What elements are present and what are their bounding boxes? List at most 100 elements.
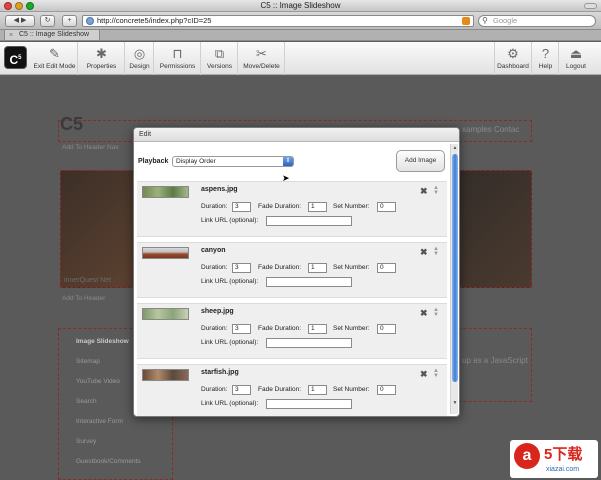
properties-button[interactable]: ✱ Properties [79,42,125,75]
tab-image-slideshow[interactable]: × C5 :: Image Slideshow [4,30,100,41]
versions-button[interactable]: ⧉ Versions [202,42,238,75]
playback-select[interactable]: Display Order ⇕ [172,156,294,167]
watermark-badge: a [514,443,540,469]
help-button[interactable]: ? Help [533,42,559,75]
image-thumbnail [142,186,189,198]
add-to-header[interactable]: Add To Header [62,295,105,302]
link-url-input[interactable] [266,277,352,287]
set-number-input[interactable]: 0 [377,324,396,334]
logout-button[interactable]: ⏏ Logout [560,42,592,75]
help-label: Help [538,63,553,70]
add-to-header-nav[interactable]: Add To Header Nav [62,144,119,151]
versions-icon: ⧉ [214,46,225,61]
lock-icon: ⊓ [172,46,183,61]
exit-edit-icon: ✎ [49,46,60,61]
permissions-label: Permissions [159,63,196,70]
reorder-arrows-icon[interactable]: ▲ ▼ [433,307,439,318]
search-icon: ⚲ [482,16,488,25]
delete-image-icon[interactable]: ✖ [420,247,428,258]
sidebar-item[interactable]: Survey [76,438,96,445]
sidebar-item[interactable]: Search [76,398,97,405]
image-thumbnail [142,247,189,259]
site-nav-links: xamples Contac [462,125,520,134]
scrollbar-thumb[interactable] [452,154,458,382]
design-button[interactable]: ◎ Design [126,42,154,75]
set-number-label: Set Number: [333,325,370,332]
image-row: sheep.jpg Duration: 3 Fade Duration: 1 S… [137,303,447,359]
fade-duration-input[interactable]: 1 [308,202,327,212]
set-number-input[interactable]: 0 [377,385,396,395]
set-number-input[interactable]: 0 [377,263,396,273]
sidebar-item[interactable]: Guestbook/Comments [76,458,141,465]
link-url-input[interactable] [266,399,352,409]
watermark-logo: a 5下载 xiazai.com [510,440,598,478]
logout-icon: ⏏ [569,46,583,61]
set-number-label: Set Number: [333,264,370,271]
edit-slideshow-dialog: Edit Playback Display Order ⇕ Add Image … [133,127,460,417]
reorder-arrows-icon[interactable]: ▲ ▼ [433,368,439,379]
set-number-label: Set Number: [333,386,370,393]
duration-input[interactable]: 3 [232,324,251,334]
playback-value: Display Order [176,158,216,165]
fade-duration-input[interactable]: 1 [308,263,327,273]
logout-label: Logout [566,63,586,70]
back-forward-buttons[interactable]: ◀ ▶ [5,15,35,27]
image-row: aspens.jpg Duration: 3 Fade Duration: 1 … [137,181,447,237]
versions-label: Versions [207,63,232,70]
main-area-text: up as a JavaScript [462,356,528,365]
link-url-label: Link URL (optional): [201,217,259,224]
duration-input[interactable]: 3 [232,263,251,273]
delete-image-icon[interactable]: ✖ [420,308,428,319]
delete-image-icon[interactable]: ✖ [420,369,428,380]
back-arrow-icon[interactable]: ◀ [14,17,19,24]
toolbar-toggle-button[interactable] [584,3,597,9]
set-number-input[interactable]: 0 [377,202,396,212]
reload-button[interactable]: ↻ [40,15,55,27]
image-filename: starfish.jpg [201,369,239,376]
close-tab-icon[interactable]: × [9,31,13,40]
permissions-button[interactable]: ⊓ Permissions [155,42,201,75]
search-placeholder: Google [493,16,518,25]
browser-toolbar: ◀ ▶ ↻ + http://concrete5/index.php?cID=2… [0,12,601,30]
fade-duration-label: Fade Duration: [258,386,301,393]
c5-edit-toolbar: C5 ✎ Exit Edit Mode ✱ Properties ◎ Desig… [0,42,601,75]
select-arrows-icon: ⇕ [283,157,293,166]
sidebar-item[interactable]: Image Slideshow [76,338,129,345]
site-brand: C5 [60,114,84,134]
rss-icon[interactable] [462,17,470,25]
link-url-input[interactable] [266,216,352,226]
fade-duration-label: Fade Duration: [258,264,301,271]
link-url-input[interactable] [266,338,352,348]
image-filename: aspens.jpg [201,186,238,193]
duration-input[interactable]: 3 [232,202,251,212]
dashboard-button[interactable]: ⚙ Dashboard [494,42,532,75]
fade-duration-input[interactable]: 1 [308,324,327,334]
search-field[interactable]: ⚲ Google [478,15,596,27]
reorder-arrows-icon[interactable]: ▲ ▼ [433,185,439,196]
delete-image-icon[interactable]: ✖ [420,186,428,197]
add-bookmark-button[interactable]: + [62,15,77,27]
exit-edit-mode-button[interactable]: ✎ Exit Edit Mode [32,42,78,75]
reorder-arrows-icon[interactable]: ▲ ▼ [433,246,439,257]
address-bar[interactable]: http://concrete5/index.php?cID=25 [82,15,474,27]
fade-duration-label: Fade Duration: [258,325,301,332]
watermark-url: xiazai.com [546,466,580,473]
sidebar-item[interactable]: Interactive Form [76,418,123,425]
add-image-button[interactable]: Add Image [396,150,445,172]
scroll-down-icon[interactable]: ▼ [451,400,459,406]
link-url-label: Link URL (optional): [201,400,259,407]
dialog-scrollbar[interactable]: ▲ ▼ [450,144,458,414]
address-url: http://concrete5/index.php?cID=25 [97,16,212,25]
forward-arrow-icon[interactable]: ▶ [21,17,26,24]
sidebar-item[interactable]: YouTube Video [76,378,120,385]
duration-input[interactable]: 3 [232,385,251,395]
image-row: starfish.jpg Duration: 3 Fade Duration: … [137,364,447,416]
help-icon: ? [541,46,550,61]
c5-logo[interactable]: C5 [4,46,27,69]
image-row: canyon Duration: 3 Fade Duration: 1 Set … [137,242,447,298]
image-thumbnail [142,308,189,320]
sidebar-item[interactable]: Sitemap [76,358,100,365]
move-delete-button[interactable]: ✂ Move/Delete [239,42,285,75]
fade-duration-input[interactable]: 1 [308,385,327,395]
scroll-up-icon[interactable]: ▲ [451,145,459,151]
